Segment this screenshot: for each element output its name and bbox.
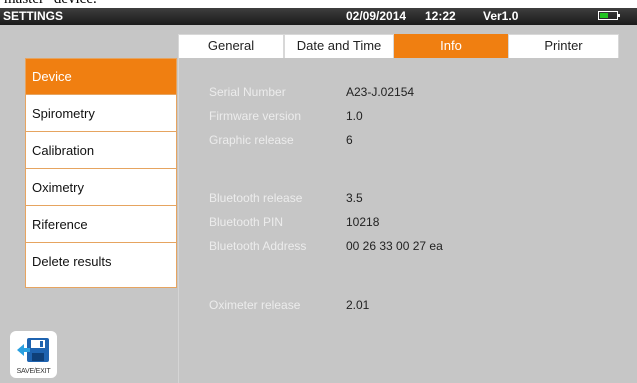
- status-version: Ver1.0: [483, 9, 519, 23]
- status-time: 12:22: [425, 9, 456, 23]
- tab-info[interactable]: Info: [394, 34, 508, 58]
- firmware-version-value: 1.0: [346, 109, 363, 123]
- oximeter-release-label: Oximeter release: [209, 298, 301, 312]
- battery-icon: [598, 11, 620, 20]
- bluetooth-release-value: 3.5: [346, 191, 363, 205]
- info-panel: Serial Number A23-J.02154 Firmware versi…: [178, 58, 620, 383]
- bluetooth-address-value: 00 26 33 00 27 ea: [346, 239, 443, 253]
- tab-general[interactable]: General: [178, 34, 284, 58]
- serial-number-label: Serial Number: [209, 85, 286, 99]
- menu-item-oximetry[interactable]: Oximetry: [26, 170, 176, 206]
- side-menu: Device Spirometry Calibration Oximetry R…: [25, 58, 177, 288]
- serial-number-value: A23-J.02154: [346, 85, 415, 99]
- document-caption-fragment: master" device.: [0, 0, 637, 8]
- battery-level: [600, 13, 608, 18]
- menu-item-calibration[interactable]: Calibration: [26, 133, 176, 169]
- save-exit-label: SAVE/EXIT: [16, 368, 51, 375]
- oximeter-release-value: 2.01: [346, 298, 370, 312]
- firmware-version-label: Firmware version: [209, 109, 302, 123]
- bluetooth-pin-label: Bluetooth PIN: [209, 215, 284, 229]
- status-bar: SETTINGS 02/09/2014 12:22 Ver1.0: [0, 8, 637, 25]
- status-date: 02/09/2014: [346, 9, 407, 23]
- graphic-release-value: 6: [346, 133, 353, 147]
- menu-item-device[interactable]: Device: [26, 59, 176, 95]
- bluetooth-pin-value: 10218: [346, 215, 380, 229]
- tab-date-and-time[interactable]: Date and Time: [284, 34, 394, 58]
- save-exit-icon: [17, 338, 49, 362]
- caption-text: master" device.: [4, 0, 97, 8]
- settings-tabs: General Date and Time Info Printer: [178, 34, 619, 58]
- save-exit-button[interactable]: SAVE/EXIT: [10, 331, 57, 378]
- graphic-release-label: Graphic release: [209, 133, 294, 147]
- bluetooth-address-label: Bluetooth Address: [209, 239, 307, 253]
- menu-item-riference[interactable]: Riference: [26, 207, 176, 243]
- menu-item-delete-results[interactable]: Delete results: [26, 244, 176, 280]
- bluetooth-release-label: Bluetooth release: [209, 191, 303, 205]
- menu-item-spirometry[interactable]: Spirometry: [26, 96, 176, 132]
- tab-printer[interactable]: Printer: [508, 34, 619, 58]
- device-screen: SETTINGS 02/09/2014 12:22 Ver1.0 General…: [0, 8, 637, 383]
- screen-title: SETTINGS: [3, 9, 64, 23]
